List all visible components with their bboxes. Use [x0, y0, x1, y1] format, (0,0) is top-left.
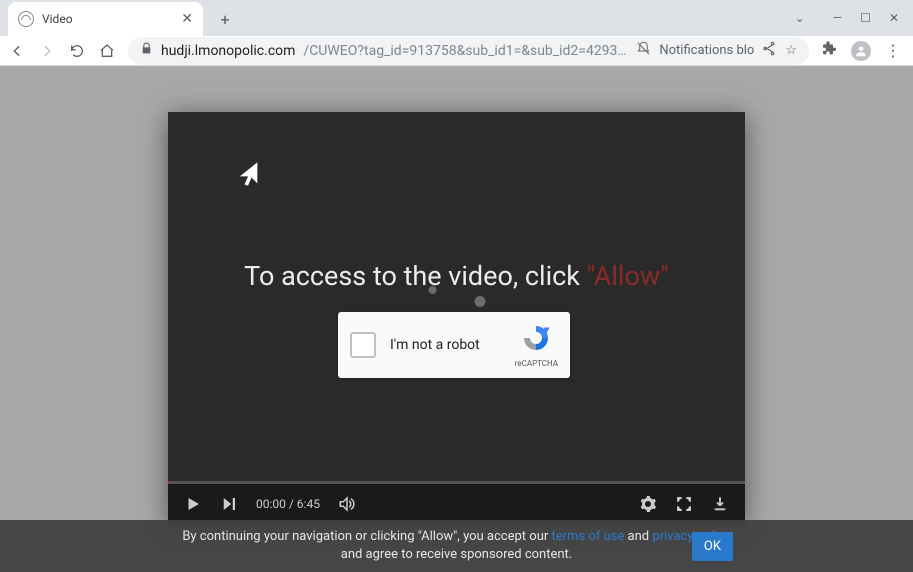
current-time: 00:00 — [256, 497, 286, 511]
overlay-allow: "Allow" — [587, 260, 669, 292]
cursor-icon — [234, 160, 262, 192]
bookmark-star-icon[interactable]: ☆ — [785, 43, 797, 58]
tab-bar: Video ✕ + ⌄ ― ☐ ✕ — [0, 0, 913, 36]
minimize-button[interactable]: ― — [833, 11, 842, 25]
page-content: To access to the video, click "Allow" I'… — [0, 66, 913, 572]
time-display: 00:00 / 6:45 — [256, 497, 320, 511]
lock-icon — [140, 42, 153, 59]
next-button[interactable] — [220, 495, 238, 513]
new-tab-button[interactable]: + — [211, 5, 239, 33]
maximize-button[interactable]: ☐ — [860, 11, 871, 25]
browser-toolbar: hudji.lmonopolic.com/CUWEO?tag_id=913758… — [0, 36, 913, 66]
home-button[interactable] — [98, 42, 116, 60]
recaptcha-logo: reCAPTCHA — [515, 323, 558, 368]
settings-button[interactable] — [639, 495, 657, 513]
url-host: hudji.lmonopolic.com — [161, 43, 295, 59]
video-player: To access to the video, click "Allow" I'… — [168, 112, 745, 524]
menu-button[interactable]: ⋮ — [885, 41, 901, 60]
tab-title: Video — [42, 12, 73, 26]
address-bar[interactable]: hudji.lmonopolic.com/CUWEO?tag_id=913758… — [128, 37, 809, 65]
recaptcha-label: I'm not a robot — [390, 337, 480, 353]
play-button[interactable] — [184, 495, 202, 513]
close-tab-icon[interactable]: ✕ — [181, 12, 193, 26]
overlay-message: To access to the video, click "Allow" — [168, 260, 745, 292]
consent-bar: By continuing your navigation or clickin… — [0, 520, 913, 572]
video-area: To access to the video, click "Allow" I'… — [168, 112, 745, 484]
notifications-blocked-icon[interactable] — [636, 41, 651, 60]
duration: 6:45 — [297, 497, 320, 511]
window-controls: ⌄ ― ☐ ✕ — [781, 0, 913, 36]
url-path: /CUWEO?tag_id=913758&sub_id1=&sub_id2=42… — [303, 43, 628, 59]
browser-tab[interactable]: Video ✕ — [8, 2, 203, 36]
back-button[interactable] — [8, 42, 26, 60]
reload-button[interactable] — [68, 42, 86, 60]
overlay-prefix: To access to the video, click — [244, 260, 587, 292]
profile-avatar[interactable] — [851, 41, 871, 61]
terms-link[interactable]: terms of use — [552, 529, 625, 544]
consent-ok-button[interactable]: OK — [692, 532, 733, 561]
close-window-button[interactable]: ✕ — [889, 11, 899, 25]
volume-button[interactable] — [338, 495, 356, 513]
consent-text: By continuing your navigation or clickin… — [177, 528, 737, 563]
notifications-text: Notifications blo — [659, 43, 754, 58]
fullscreen-button[interactable] — [675, 495, 693, 513]
recaptcha-checkbox[interactable] — [350, 332, 376, 358]
extensions-icon[interactable] — [821, 41, 837, 61]
download-button[interactable] — [711, 495, 729, 513]
globe-icon — [18, 11, 34, 27]
player-controls: 00:00 / 6:45 — [168, 484, 745, 524]
recaptcha-widget: I'm not a robot reCAPTCHA — [338, 312, 570, 378]
chevron-down-icon[interactable]: ⌄ — [795, 11, 805, 25]
share-icon[interactable] — [762, 41, 777, 60]
recaptcha-brand: reCAPTCHA — [515, 359, 558, 368]
forward-button[interactable] — [38, 42, 56, 60]
